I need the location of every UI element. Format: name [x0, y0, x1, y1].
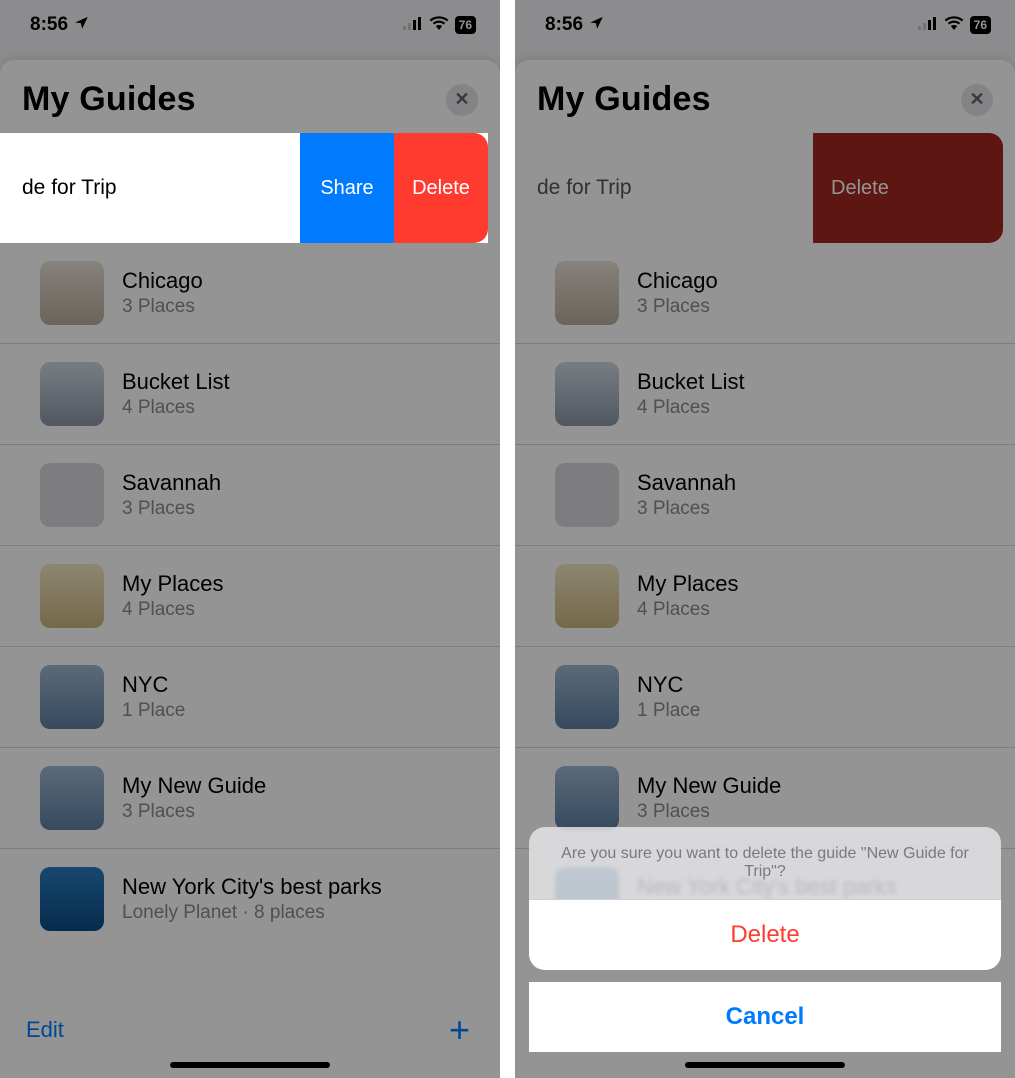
guide-row[interactable]: Bucket List 4 Places [0, 344, 500, 445]
guide-subtitle: Lonely Planet · 8 places [122, 902, 382, 924]
guide-row[interactable]: Savannah 3 Places [0, 445, 500, 546]
cellular-signal-icon [918, 14, 938, 36]
swipe-delete-button[interactable]: Delete [813, 133, 1003, 243]
swipe-delete-button[interactable]: Delete [394, 133, 488, 243]
edit-button[interactable]: Edit [26, 1017, 64, 1043]
guide-thumbnail [555, 261, 619, 325]
guide-thumbnail [40, 261, 104, 325]
guide-thumbnail [555, 362, 619, 426]
guide-row[interactable]: New York City's best parks Lonely Planet… [0, 849, 500, 949]
guide-row[interactable]: My Places 4 Places [0, 546, 500, 647]
guide-subtitle: 4 Places [637, 397, 745, 419]
guide-subtitle: 1 Place [122, 700, 185, 722]
home-indicator[interactable] [685, 1062, 845, 1068]
wifi-icon [429, 14, 449, 36]
cellular-signal-icon [403, 14, 423, 36]
page-title: My Guides [22, 80, 196, 119]
guide-thumbnail [555, 766, 619, 830]
guide-title: NYC [122, 672, 185, 698]
home-indicator[interactable] [170, 1062, 330, 1068]
guide-title: Savannah [637, 470, 736, 496]
guide-thumbnail [555, 564, 619, 628]
delete-confirm-sheet: Are you sure you want to delete the guid… [529, 827, 1001, 1052]
guide-title: Bucket List [122, 369, 230, 395]
guide-subtitle: 3 Places [637, 296, 718, 318]
phone-screenshot-right: 8:56 76 My Guides ✕ de for Trip Delete [515, 0, 1015, 1078]
guide-subtitle: 1 Place [637, 700, 700, 722]
guide-subtitle: 4 Places [122, 599, 223, 621]
page-title: My Guides [537, 80, 711, 119]
guide-title: My Places [122, 571, 223, 597]
location-services-icon [589, 15, 604, 35]
confirm-delete-button[interactable]: Delete [529, 900, 1001, 970]
guide-row[interactable]: My Places 4 Places [515, 546, 1015, 647]
guide-thumbnail [40, 766, 104, 830]
confirm-message: Are you sure you want to delete the guid… [529, 827, 1001, 900]
wifi-icon [944, 14, 964, 36]
guide-row-title-partial: de for Trip [0, 133, 300, 243]
guide-title: NYC [637, 672, 700, 698]
guide-list: Chicago 3 Places Bucket List 4 Places Sa… [0, 243, 500, 949]
guide-title: My Places [637, 571, 738, 597]
status-time: 8:56 [30, 14, 68, 36]
guide-thumbnail [40, 463, 104, 527]
my-guides-sheet: My Guides ✕ de for Trip Share Delete Chi… [0, 60, 500, 1078]
guide-thumbnail [555, 463, 619, 527]
guide-thumbnail [40, 867, 104, 931]
close-button[interactable]: ✕ [446, 84, 478, 116]
guide-subtitle: 3 Places [122, 498, 221, 520]
guide-row[interactable]: NYC 1 Place [0, 647, 500, 748]
guide-thumbnail [40, 362, 104, 426]
guide-thumbnail [555, 665, 619, 729]
guide-row[interactable]: Savannah 3 Places [515, 445, 1015, 546]
status-bar: 8:56 76 [515, 0, 1015, 50]
battery-indicator: 76 [970, 16, 991, 34]
guide-subtitle: 3 Places [122, 296, 203, 318]
guide-row-title-partial: de for Trip [515, 133, 813, 243]
guide-title: Savannah [122, 470, 221, 496]
guide-row[interactable]: Chicago 3 Places [0, 243, 500, 344]
location-services-icon [74, 15, 89, 35]
guide-title: My New Guide [637, 773, 781, 799]
battery-indicator: 76 [455, 16, 476, 34]
guide-thumbnail [40, 564, 104, 628]
guide-row[interactable]: Bucket List 4 Places [515, 344, 1015, 445]
swipe-share-button[interactable]: Share [300, 133, 394, 243]
guide-subtitle: 3 Places [637, 801, 781, 823]
guide-title: New York City's best parks [122, 874, 382, 900]
add-button[interactable]: + [449, 1009, 470, 1051]
close-button[interactable]: ✕ [961, 84, 993, 116]
guide-row[interactable]: NYC 1 Place [515, 647, 1015, 748]
guide-thumbnail [40, 665, 104, 729]
guide-title: My New Guide [122, 773, 266, 799]
guide-subtitle: 3 Places [122, 801, 266, 823]
close-icon: ✕ [454, 89, 469, 110]
guide-subtitle: 4 Places [122, 397, 230, 419]
guide-subtitle: 4 Places [637, 599, 738, 621]
phone-screenshot-left: 8:56 76 My Guides ✕ de for Trip S [0, 0, 500, 1078]
guide-title: Bucket List [637, 369, 745, 395]
guide-row[interactable]: Chicago 3 Places [515, 243, 1015, 344]
guide-row-swiped[interactable]: de for Trip Share Delete [0, 133, 488, 243]
close-icon: ✕ [969, 89, 984, 110]
status-time: 8:56 [545, 14, 583, 36]
guide-row[interactable]: My New Guide 3 Places [0, 748, 500, 849]
guide-title: Chicago [637, 268, 718, 294]
guide-row-swiped[interactable]: de for Trip Delete [515, 133, 1003, 243]
guide-title: Chicago [122, 268, 203, 294]
status-bar: 8:56 76 [0, 0, 500, 50]
confirm-cancel-button[interactable]: Cancel [529, 982, 1001, 1052]
guide-subtitle: 3 Places [637, 498, 736, 520]
